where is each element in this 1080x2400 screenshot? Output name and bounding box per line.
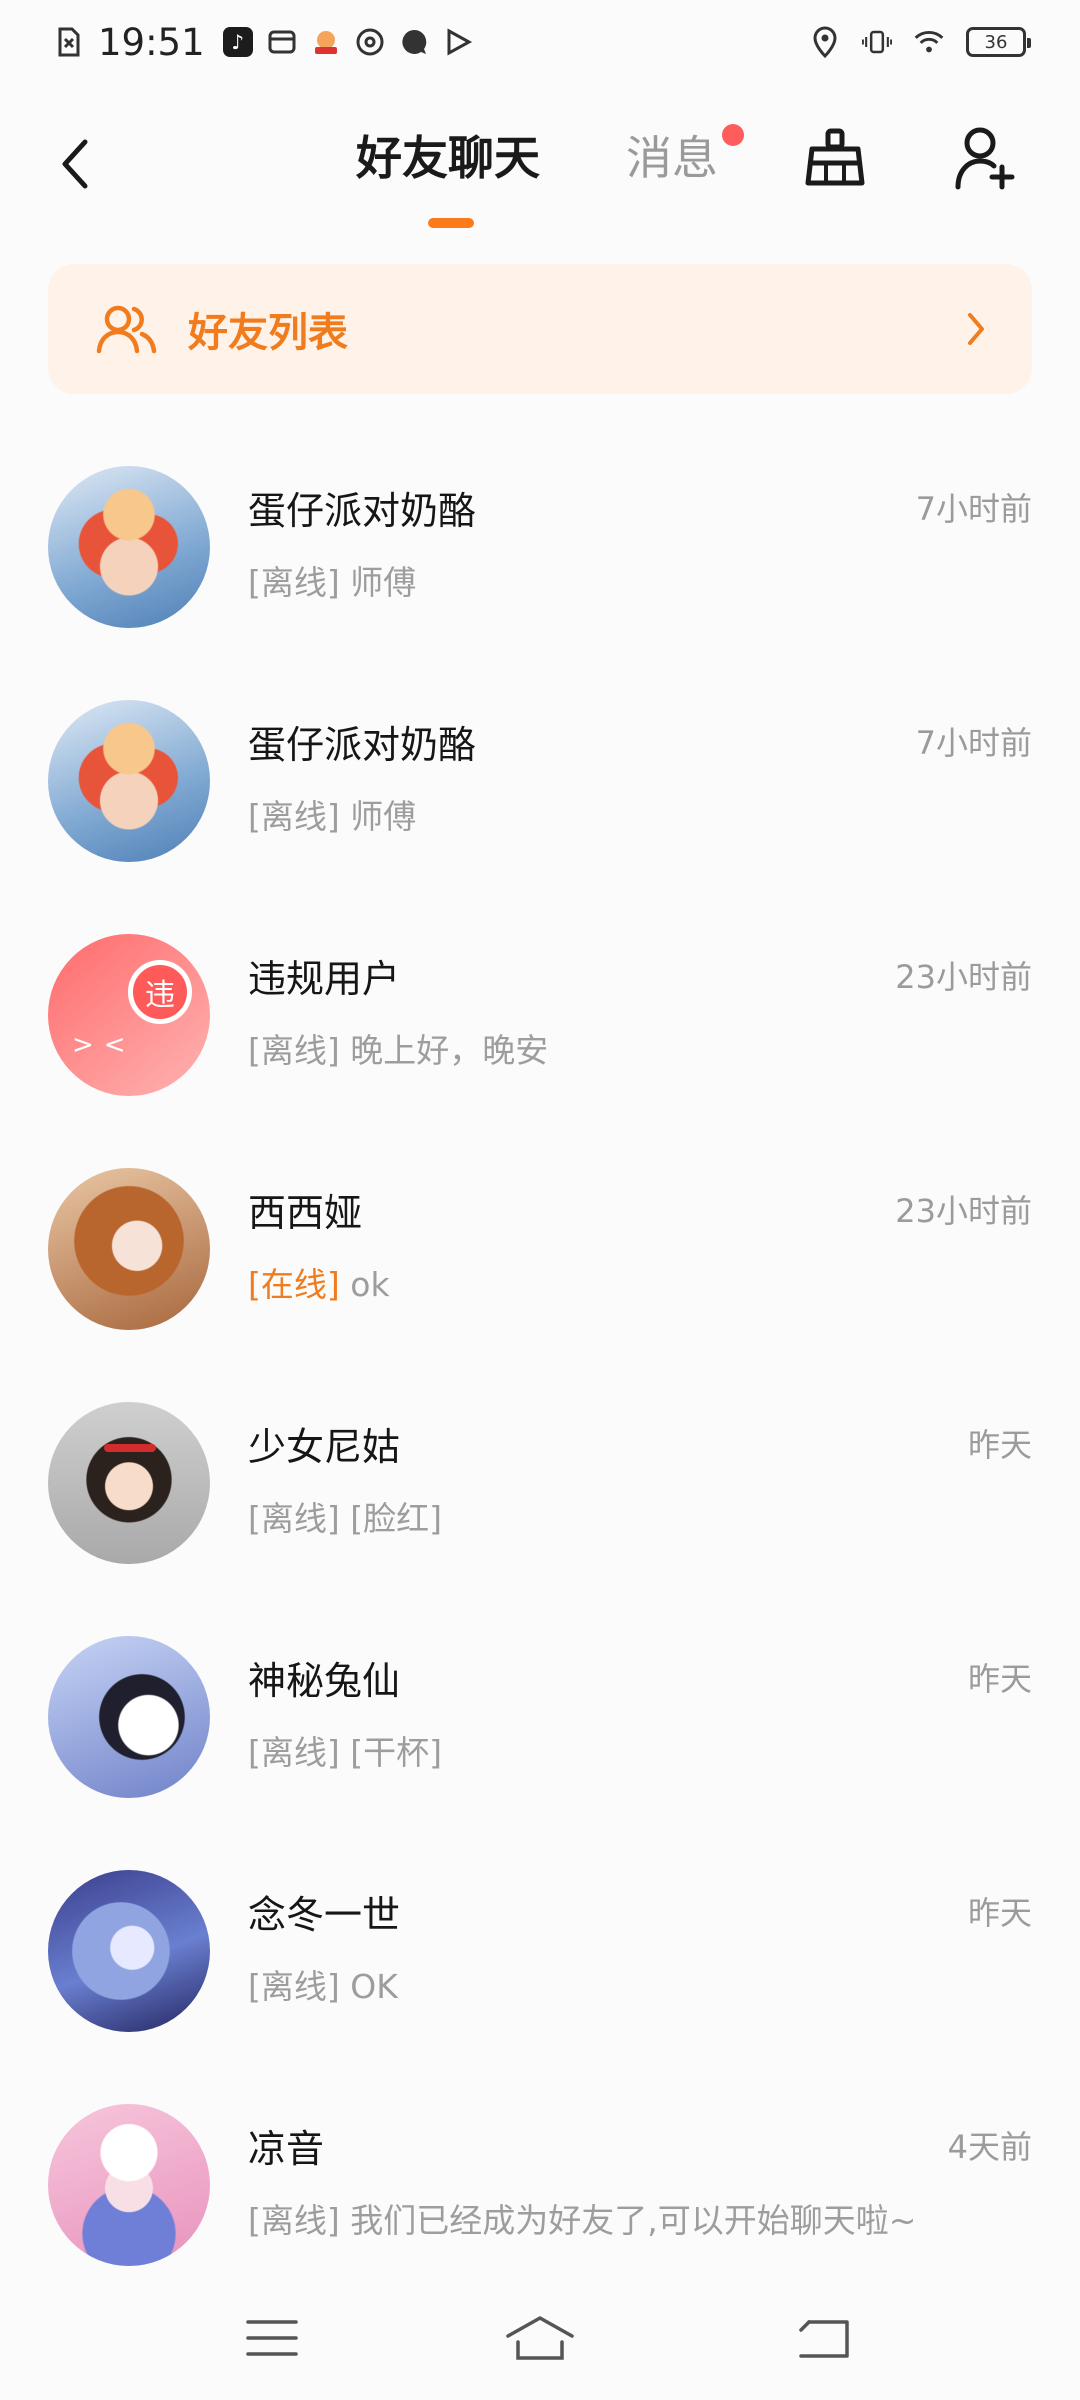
online-status: [离线] [248, 563, 340, 602]
contact-name: 神秘兔仙 [248, 1659, 401, 1703]
vibrate-icon [862, 27, 892, 57]
chat-preview: [离线] 我们已经成为好友了,可以开始聊天啦~ [248, 2194, 916, 2242]
contact-name: 蛋仔派对奶酪 [248, 723, 477, 767]
last-message: 师傅 [350, 563, 417, 602]
tab-messages[interactable]: 消息 [626, 126, 718, 190]
avatar[interactable] [48, 2104, 210, 2266]
chat-preview: [离线] [脸红] [248, 1492, 442, 1540]
friend-chat-screen: 19:51 ♪ 36 好友聊天 消息 好友列表 蛋仔派对奶酪 7小时前 [离线]… [0, 0, 1080, 2400]
chat-preview: [离线] 晚上好，晚安 [248, 1024, 548, 1072]
online-status: [离线] [248, 1499, 340, 1538]
online-status: [离线] [248, 797, 340, 836]
chat-icon [399, 27, 429, 57]
last-message: [脸红] [350, 1499, 442, 1538]
chat-item[interactable]: 西西娅 23小时前 [在线] ok [0, 1132, 1080, 1366]
wifi-icon [914, 27, 944, 57]
chat-time: 23小时前 [895, 958, 1032, 996]
chat-time: 4天前 [947, 2128, 1032, 2166]
game-icon [311, 27, 341, 57]
online-status: [离线] [248, 1733, 340, 1772]
chat-item[interactable]: 少女尼姑 昨天 [离线] [脸红] [0, 1366, 1080, 1600]
contact-name: 凉音 [248, 2127, 325, 2171]
chat-item[interactable]: 蛋仔派对奶酪 7小时前 [离线] 师傅 [0, 664, 1080, 898]
last-message: OK [350, 1967, 398, 2006]
clean-button[interactable] [800, 118, 870, 198]
online-status: [离线] [248, 1967, 340, 2006]
avatar-face: >< [72, 1030, 136, 1060]
online-status: [离线] [248, 2201, 340, 2240]
chat-item[interactable]: 蛋仔派对奶酪 7小时前 [离线] 师傅 [0, 430, 1080, 664]
chat-preview: [离线] 师傅 [248, 556, 416, 604]
broom-icon [805, 128, 865, 186]
friends-icon [96, 304, 158, 354]
chat-preview: [在线] ok [248, 1258, 390, 1306]
active-tab-indicator [428, 218, 474, 228]
nav-back-button[interactable] [786, 2308, 862, 2368]
chat-item[interactable]: 神秘兔仙 昨天 [离线] [干杯] [0, 1600, 1080, 1834]
status-left: 19:51 ♪ [54, 14, 473, 70]
online-status: [离线] [248, 1031, 340, 1070]
wallet-icon [267, 27, 297, 57]
video-icon [443, 27, 473, 57]
back-button[interactable] [44, 124, 104, 204]
chat-item[interactable]: 念冬一世 昨天 [离线] OK [0, 1834, 1080, 2068]
nav-home-button[interactable] [502, 2308, 578, 2368]
avatar[interactable]: 违 >< [48, 934, 210, 1096]
nav-menu-button[interactable] [234, 2308, 310, 2368]
chevron-left-icon [62, 139, 88, 189]
status-bar: 19:51 ♪ 36 [0, 0, 1080, 84]
chat-item[interactable]: 违 >< 违规用户 23小时前 [离线] 晚上好，晚安 [0, 898, 1080, 1132]
contact-name: 西西娅 [248, 1191, 363, 1235]
friend-list-banner[interactable]: 好友列表 [48, 264, 1032, 394]
status-time: 19:51 [98, 20, 205, 64]
last-message: ok [350, 1265, 390, 1304]
chevron-right-icon [968, 313, 984, 345]
location-icon [810, 26, 840, 58]
back-icon [799, 2320, 849, 2358]
chat-preview: [离线] [干杯] [248, 1726, 442, 1774]
battery-icon: 36 [966, 27, 1031, 57]
chat-item[interactable]: 凉音 4天前 [离线] 我们已经成为好友了,可以开始聊天啦~ [0, 2068, 1080, 2302]
friend-list-label: 好友列表 [188, 310, 348, 356]
tab-friend-chat[interactable]: 好友聊天 [356, 126, 540, 190]
avatar[interactable] [48, 1168, 210, 1330]
contact-name: 蛋仔派对奶酪 [248, 489, 477, 533]
chat-time: 昨天 [967, 1426, 1032, 1464]
violation-badge: 违 [128, 960, 192, 1024]
avatar[interactable] [48, 466, 210, 628]
system-nav-bar [0, 2290, 1080, 2400]
chat-time: 7小时前 [915, 490, 1032, 528]
tiktok-icon: ♪ [222, 27, 253, 57]
chat-preview: [离线] OK [248, 1960, 398, 2008]
avatar[interactable] [48, 1402, 210, 1564]
menu-icon [246, 2320, 298, 2356]
at-icon [355, 27, 385, 57]
unread-dot [722, 124, 744, 146]
header: 好友聊天 消息 [0, 110, 1080, 240]
status-right: 36 [810, 14, 1031, 70]
last-message: 我们已经成为好友了,可以开始聊天啦~ [350, 2201, 917, 2240]
contact-name: 念冬一世 [248, 1893, 401, 1937]
battery-level: 36 [984, 31, 1008, 53]
last-message: 师傅 [350, 797, 417, 836]
chat-preview: [离线] 师傅 [248, 790, 416, 838]
avatar[interactable] [48, 1636, 210, 1798]
avatar-headband [104, 1444, 156, 1452]
add-friend-button[interactable] [950, 118, 1020, 198]
contact-name: 少女尼姑 [248, 1425, 401, 1469]
chat-time: 昨天 [967, 1894, 1032, 1932]
sim-icon [54, 27, 84, 57]
chat-time: 昨天 [967, 1660, 1032, 1698]
chat-time: 7小时前 [915, 724, 1032, 762]
online-status: [在线] [248, 1265, 340, 1304]
contact-name: 违规用户 [248, 957, 401, 1001]
avatar[interactable] [48, 1870, 210, 2032]
avatar[interactable] [48, 700, 210, 862]
last-message: 晚上好，晚安 [350, 1031, 549, 1070]
last-message: [干杯] [350, 1733, 442, 1772]
home-icon [506, 2316, 574, 2360]
chat-time: 23小时前 [895, 1192, 1032, 1230]
chat-list: 蛋仔派对奶酪 7小时前 [离线] 师傅 蛋仔派对奶酪 7小时前 [离线] 师傅 … [0, 430, 1080, 2302]
add-user-icon [955, 127, 1015, 190]
